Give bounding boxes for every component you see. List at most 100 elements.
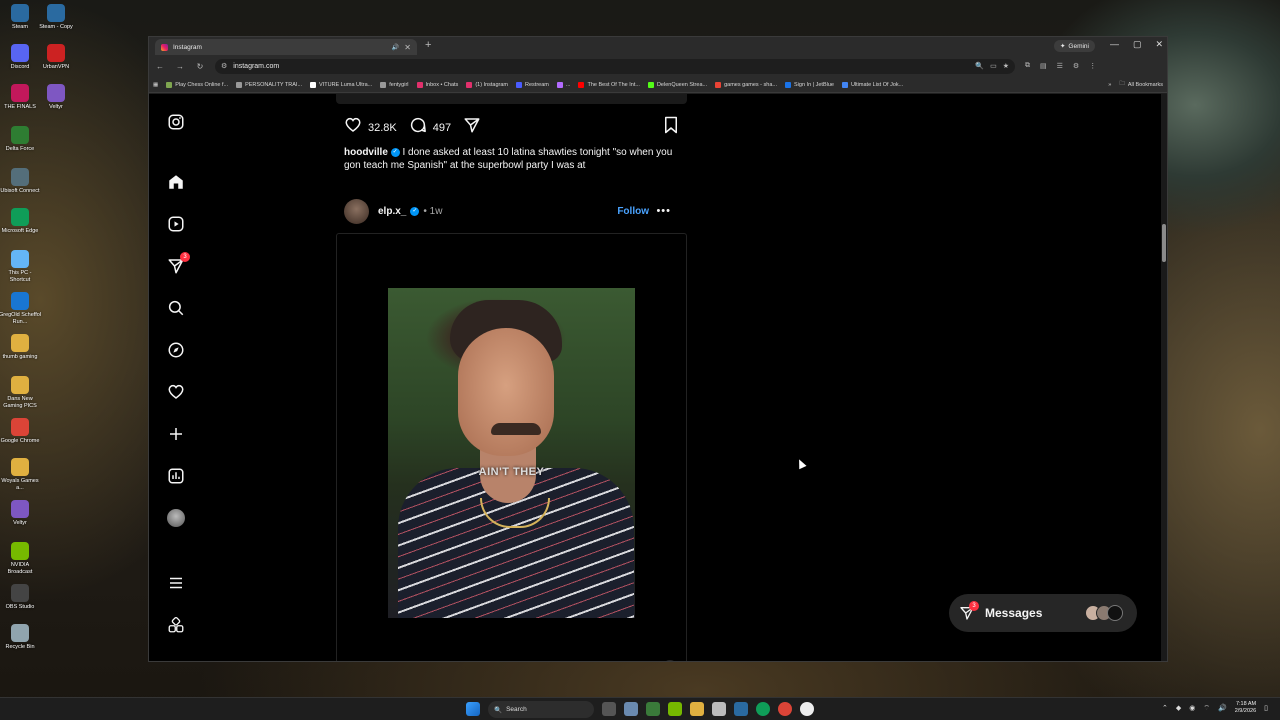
create-plus-icon[interactable] — [166, 424, 186, 444]
desktop-icon[interactable]: Dans New Gaming PICS — [0, 376, 40, 410]
bookmark-item[interactable]: DelenQueen Strea... — [647, 81, 707, 88]
desktop-icon[interactable]: UrbanVPN — [36, 44, 76, 71]
notifications-heart-icon[interactable] — [166, 382, 186, 402]
comment-icon[interactable] — [409, 116, 427, 139]
close-window-icon[interactable]: ✕ — [1155, 39, 1163, 50]
bookmark-item[interactable]: Restream — [516, 81, 549, 88]
instagram-logo-icon[interactable] — [166, 112, 186, 132]
post-video[interactable]: AIN'T THEY 🔈 — [336, 233, 687, 661]
direct-messages-icon[interactable]: 3 — [166, 252, 190, 276]
bookmark-item[interactable]: (1) Instagram — [466, 81, 508, 88]
notifications-icon[interactable]: ▯ — [1264, 704, 1268, 712]
edge-icon[interactable] — [756, 702, 770, 716]
cast-icon[interactable]: ▭ — [990, 62, 997, 70]
store-icon[interactable] — [712, 702, 726, 716]
post-username[interactable]: elp.x_ — [378, 206, 406, 217]
bookmark-item[interactable]: VITURE Luma Ultra... — [310, 81, 372, 88]
tray-app-icon[interactable]: ◆ — [1176, 704, 1181, 712]
volume-icon[interactable]: 🔊 — [1218, 704, 1227, 712]
bookmark-item[interactable]: Inbox • Chats — [416, 81, 458, 88]
bookmark-label: Restream — [525, 81, 549, 88]
desktop-icon[interactable]: OBS Studio — [0, 584, 40, 611]
bookmark-item[interactable]: ... — [556, 81, 570, 88]
chrome-icon[interactable] — [778, 702, 792, 716]
desktop-icon[interactable]: Delta Force — [0, 126, 40, 153]
all-bookmarks-button[interactable]: 🗀 All Bookmarks — [1119, 80, 1163, 89]
bookmark-item[interactable]: games games - sha... — [715, 81, 777, 88]
desktop-icon[interactable]: This PC - Shortcut — [0, 250, 40, 284]
wifi-icon[interactable]: ⌔ — [1203, 704, 1210, 713]
scroll-thumb[interactable] — [1162, 224, 1166, 262]
tray-chevron-icon[interactable]: ⌃ — [1162, 704, 1168, 712]
site-info-icon[interactable]: ⚙ — [221, 62, 227, 70]
new-tab-button[interactable]: + — [425, 39, 431, 51]
maximize-icon[interactable]: ▢ — [1133, 39, 1142, 50]
profile-avatar[interactable] — [166, 508, 186, 528]
desktop-icon[interactable]: NVIDIA Broadcast — [0, 542, 40, 576]
explore-icon[interactable] — [166, 340, 186, 360]
file-explorer-icon[interactable] — [690, 702, 704, 716]
bookmarks-overflow-icon[interactable]: » — [1108, 82, 1111, 88]
bookmark-item[interactable]: PERSONALITY TRAI... — [236, 81, 302, 88]
home-icon[interactable] — [166, 172, 186, 192]
url-text: instagram.com — [233, 62, 280, 70]
address-bar[interactable]: ⚙ instagram.com 🔍 ▭ ★ — [215, 58, 1015, 74]
app-icon[interactable] — [646, 702, 660, 716]
more-options-icon[interactable]: ••• — [656, 205, 671, 217]
forward-icon[interactable]: → — [175, 62, 185, 71]
caption-username[interactable]: hoodville — [344, 147, 388, 158]
desktop-icon[interactable]: Woyals Games a... — [0, 458, 40, 492]
desktop-icon[interactable]: Microsoft Edge — [0, 208, 40, 235]
more-menu-icon[interactable] — [166, 573, 186, 593]
nvidia-icon[interactable] — [668, 702, 682, 716]
profile-icon[interactable]: ☰ — [1057, 62, 1063, 70]
extensions-icon[interactable]: ⧉ — [1025, 62, 1030, 70]
speaker-icon[interactable]: 🔊 — [392, 44, 399, 51]
tray-app-icon[interactable]: ◉ — [1189, 704, 1195, 712]
desktop-icon[interactable]: Google Chrome — [0, 418, 40, 445]
follow-button[interactable]: Follow — [617, 206, 649, 217]
close-tab-icon[interactable]: ✕ — [404, 43, 411, 52]
bookmark-star-icon[interactable]: ★ — [1003, 62, 1009, 70]
sidepanel-icon[interactable]: ▤ — [1040, 62, 1047, 70]
desktop-icon[interactable]: Veltyr — [36, 84, 76, 111]
save-bookmark-icon[interactable] — [663, 116, 679, 139]
share-icon[interactable] — [463, 116, 481, 139]
tab-instagram[interactable]: Instagram 🔊 ✕ — [155, 39, 417, 55]
clock[interactable]: 7:18 AM 2/9/2026 — [1235, 701, 1256, 715]
bookmark-item[interactable]: Sign In | JetBlue — [785, 81, 834, 88]
taskbar-search[interactable]: 🔍 Search — [488, 701, 594, 718]
search-icon[interactable] — [166, 298, 186, 318]
chrome-active-icon[interactable] — [800, 702, 814, 716]
zoom-icon[interactable]: 🔍 — [975, 62, 984, 70]
reels-icon[interactable] — [166, 214, 186, 234]
volume-icon[interactable]: 🔈 — [662, 660, 678, 661]
desktop-icon[interactable]: Steam - Copy — [36, 4, 76, 31]
bookmark-item[interactable]: fentygirl — [380, 81, 409, 88]
menu-icon[interactable]: ⋮ — [1089, 62, 1096, 70]
start-windows-icon[interactable] — [466, 702, 480, 716]
bookmark-item[interactable]: The Best Of The Int... — [578, 81, 640, 88]
settings-icon[interactable]: ⚙ — [1073, 62, 1079, 70]
task-view-icon[interactable] — [602, 702, 616, 716]
post-author-avatar[interactable] — [344, 198, 369, 224]
settings-app-icon[interactable] — [624, 702, 638, 716]
reload-icon[interactable]: ↻ — [195, 62, 205, 71]
desktop-icon[interactable]: Veltyr — [0, 500, 40, 527]
also-from-meta-icon[interactable] — [166, 615, 186, 635]
steam-icon[interactable] — [734, 702, 748, 716]
bookmark-item[interactable]: Play Chess Online f... — [166, 81, 228, 88]
desktop-icon[interactable]: Ubisoft Connect — [0, 168, 40, 195]
desktop-icon[interactable]: thumb gaming — [0, 334, 40, 361]
dashboard-icon[interactable] — [166, 466, 186, 486]
desktop-icon[interactable]: GregOld Scheffol Run... — [0, 292, 41, 326]
scrollbar[interactable] — [1161, 94, 1167, 661]
bookmark-item[interactable]: Ultimate List Of Jok... — [841, 81, 903, 88]
like-icon[interactable] — [344, 116, 362, 139]
gemini-button[interactable]: ✦ Gemini — [1053, 40, 1095, 52]
desktop-icon[interactable]: Recycle Bin — [0, 624, 40, 651]
minimize-icon[interactable]: — — [1110, 39, 1119, 50]
back-icon[interactable]: ← — [155, 62, 165, 71]
messages-button[interactable]: 3 Messages — [949, 594, 1137, 632]
apps-icon[interactable]: ▦ — [153, 82, 158, 88]
